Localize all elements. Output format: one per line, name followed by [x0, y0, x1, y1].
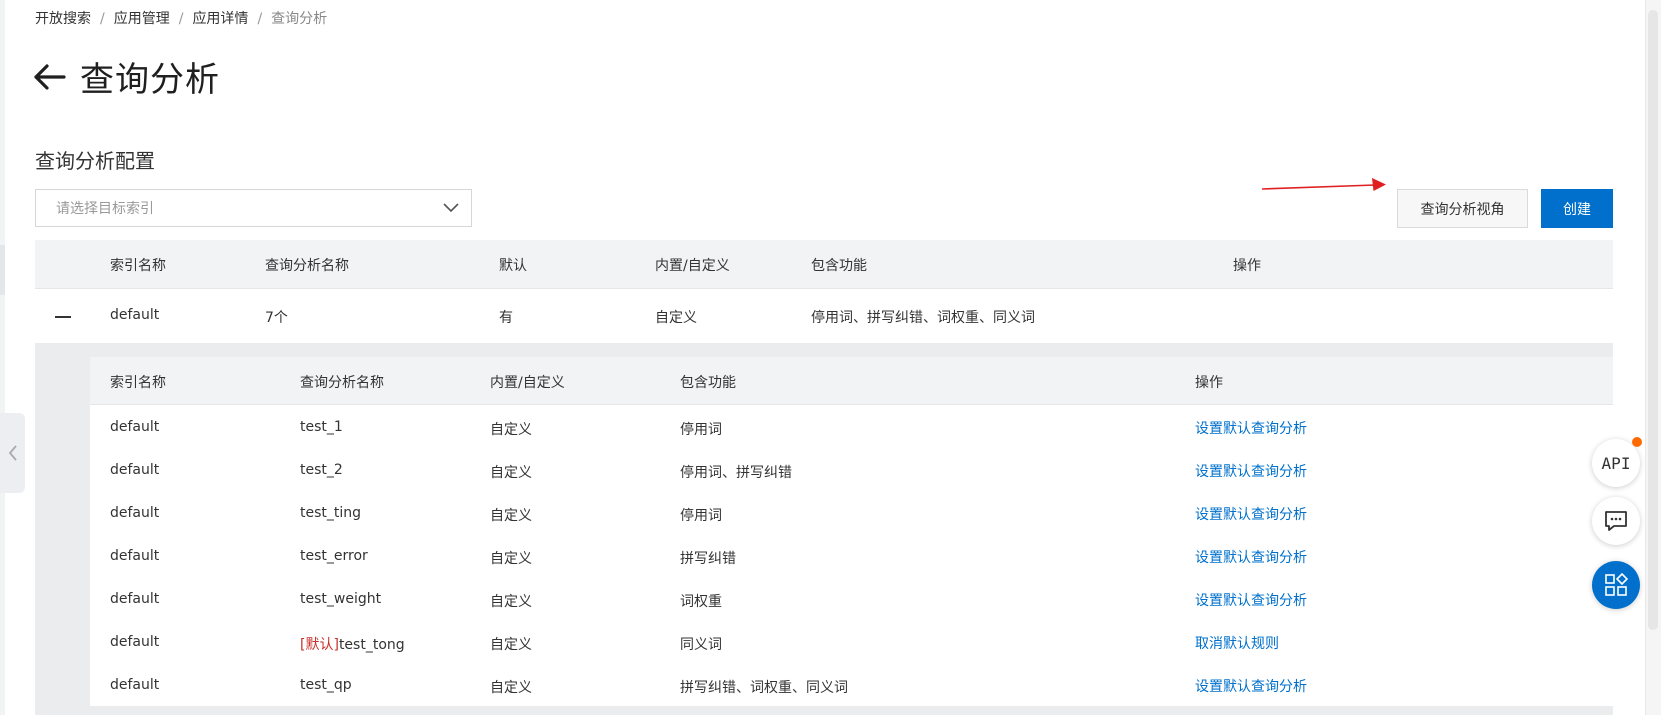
inner-table-header: 索引名称 查询分析名称 内置/自定义 包含功能 操作 [90, 357, 1613, 405]
row-default: 有 [499, 310, 513, 326]
cell-type: 自定义 [490, 680, 532, 696]
cell-name: [默认]test_tong [300, 634, 405, 654]
chat-icon [1605, 511, 1627, 531]
table-row: default test_2 自定义 停用词、拼写纠错 设置默认查询分析 [90, 448, 1613, 492]
row-type: 自定义 [655, 310, 697, 326]
cell-features: 停用词、拼写纠错 [680, 465, 792, 481]
set-default-link[interactable]: 设置默认查询分析 [1195, 547, 1307, 567]
header-default: 默认 [499, 258, 527, 274]
chevron-down-icon [443, 203, 459, 213]
cell-features: 词权重 [680, 594, 722, 610]
row-query-analysis-count: 7个 [265, 310, 288, 326]
apps-grid-icon [1605, 573, 1628, 596]
cell-features: 拼写纠错、词权重、同义词 [680, 680, 848, 696]
header-features: 包含功能 [811, 258, 867, 274]
cell-name-text: test_tong [338, 637, 405, 653]
set-default-link[interactable]: 设置默认查询分析 [1195, 504, 1307, 524]
cell-index: default [110, 634, 160, 650]
annotation-arrow-top [1261, 178, 1386, 191]
apps-float-button[interactable] [1592, 561, 1640, 609]
cell-type: 自定义 [490, 422, 532, 438]
api-float-button[interactable]: API [1592, 439, 1640, 487]
cell-index: default [110, 548, 160, 564]
set-default-link[interactable]: 设置默认查询分析 [1195, 461, 1307, 481]
cell-type: 自定义 [490, 465, 532, 481]
cancel-default-link[interactable]: 取消默认规则 [1195, 633, 1279, 653]
chat-float-button[interactable] [1592, 497, 1640, 545]
breadcrumb-separator: / [257, 11, 263, 27]
page-header: 查询分析 [32, 52, 220, 101]
table-row: default [默认]test_tong 自定义 同义词 取消默认规则 [90, 620, 1613, 664]
breadcrumb-item-app-management[interactable]: 应用管理 [114, 11, 170, 27]
header-actions: 操作 [1233, 258, 1261, 274]
set-default-link[interactable]: 设置默认查询分析 [1195, 590, 1307, 610]
inner-header-features: 包含功能 [680, 375, 736, 391]
api-label: API [1601, 453, 1631, 473]
cell-type: 自定义 [490, 551, 532, 567]
cell-name: test_2 [300, 462, 343, 478]
cell-type: 自定义 [490, 637, 532, 653]
cell-name: test_qp [300, 677, 352, 693]
table-row: default test_1 自定义 停用词 设置默认查询分析 [90, 405, 1613, 449]
cell-type: 自定义 [490, 508, 532, 524]
target-index-select[interactable]: 请选择目标索引 [35, 189, 472, 227]
breadcrumb: 开放搜索 / 应用管理 / 应用详情 / 查询分析 [35, 8, 327, 28]
default-tag: [默认] [300, 637, 339, 653]
table-row: default test_ting 自定义 停用词 设置默认查询分析 [90, 491, 1613, 535]
create-button[interactable]: 创建 [1541, 189, 1613, 228]
back-button[interactable] [32, 57, 72, 97]
page-left-edge [0, 0, 5, 715]
cell-index: default [110, 677, 160, 693]
breadcrumb-item-app-detail[interactable]: 应用详情 [192, 11, 248, 27]
table-row: default test_error 自定义 拼写纠错 设置默认查询分析 [90, 534, 1613, 578]
cell-type: 自定义 [490, 594, 532, 610]
cell-name: test_ting [300, 505, 362, 521]
sidebar-collapse-handle[interactable] [0, 413, 25, 493]
header-index-name: 索引名称 [110, 258, 166, 274]
cell-features: 停用词 [680, 508, 722, 524]
chevron-left-icon [8, 445, 17, 461]
cell-features: 同义词 [680, 637, 722, 653]
header-builtin-custom: 内置/自定义 [655, 258, 730, 274]
section-title: 查询分析配置 [35, 149, 155, 173]
inner-header-index-name: 索引名称 [110, 375, 166, 391]
cell-name: test_1 [300, 419, 343, 435]
cell-features: 停用词 [680, 422, 722, 438]
cell-index: default [110, 591, 160, 607]
breadcrumb-item-open-search[interactable]: 开放搜索 [35, 11, 91, 27]
cell-index: default [110, 462, 160, 478]
cell-name: test_weight [300, 591, 382, 607]
collapse-row-icon[interactable] [55, 316, 71, 318]
breadcrumb-separator: / [178, 11, 184, 27]
table-row: default test_weight 自定义 词权重 设置默认查询分析 [90, 577, 1613, 621]
select-placeholder: 请选择目标索引 [56, 201, 154, 217]
inner-table: 索引名称 查询分析名称 内置/自定义 包含功能 操作 default test_… [90, 357, 1613, 707]
inner-header-actions: 操作 [1195, 375, 1223, 391]
outer-table-header: 索引名称 查询分析名称 默认 内置/自定义 包含功能 操作 [35, 240, 1613, 289]
cell-index: default [110, 505, 160, 521]
cell-name: test_error [300, 548, 368, 564]
scrollbar-thumb[interactable] [1648, 10, 1658, 630]
query-analysis-view-button[interactable]: 查询分析视角 [1397, 189, 1528, 228]
row-index-name: default [110, 307, 160, 323]
page-left-edge-accent [0, 245, 5, 295]
cell-features: 拼写纠错 [680, 551, 736, 567]
header-query-analysis-name: 查询分析名称 [265, 258, 349, 274]
notification-dot [1632, 437, 1642, 447]
breadcrumb-separator: / [100, 11, 105, 27]
set-default-link[interactable]: 设置默认查询分析 [1195, 418, 1307, 438]
arrow-left-icon [34, 63, 66, 90]
outer-table-row: default 7个 有 自定义 停用词、拼写纠错、词权重、同义词 [35, 289, 1613, 343]
table-row: default test_qp 自定义 拼写纠错、词权重、同义词 设置默认查询分… [90, 663, 1613, 707]
inner-header-builtin-custom: 内置/自定义 [490, 375, 565, 391]
cell-index: default [110, 419, 160, 435]
inner-header-query-analysis-name: 查询分析名称 [300, 375, 384, 391]
set-default-link[interactable]: 设置默认查询分析 [1195, 676, 1307, 696]
row-features: 停用词、拼写纠错、词权重、同义词 [811, 310, 1035, 326]
page-title: 查询分析 [80, 60, 220, 100]
breadcrumb-current: 查询分析 [271, 11, 328, 27]
